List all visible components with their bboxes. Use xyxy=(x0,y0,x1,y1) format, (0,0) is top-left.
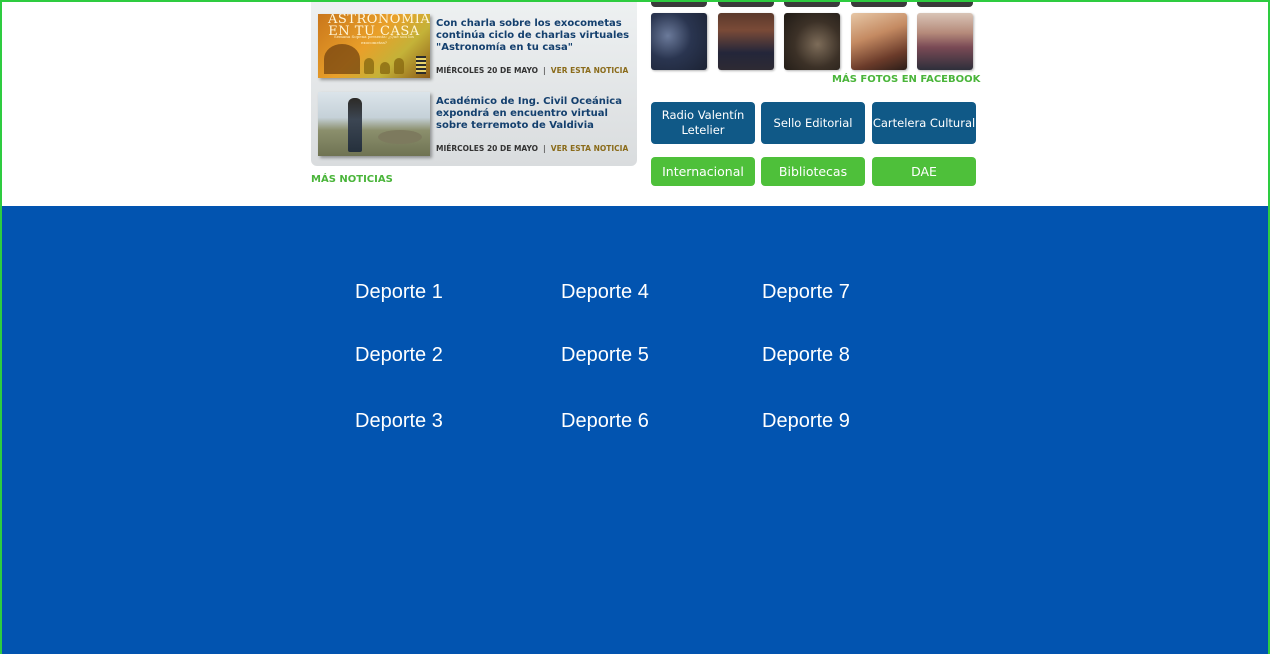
more-photos-facebook-link[interactable]: MÁS FOTOS EN FACEBOOK xyxy=(832,74,980,85)
photo-thumbnail[interactable] xyxy=(851,13,907,70)
news-meta: MIÉRCOLES 20 DE MAYO | VER ESTA NOTICIA xyxy=(436,66,628,75)
sello-editorial-button[interactable]: Sello Editorial xyxy=(761,102,865,144)
news-title[interactable]: Académico de Ing. Civil Oceánica expondr… xyxy=(436,96,632,132)
silhouette-shape xyxy=(364,58,374,74)
news-meta: MIÉRCOLES 20 DE MAYO | VER ESTA NOTICIA xyxy=(436,144,628,153)
thumbnail-caption: Semana Sopena presenta: ¿Qué son los exo… xyxy=(334,34,414,45)
meta-separator: | xyxy=(543,66,546,75)
sport-link-2[interactable]: Deporte 2 xyxy=(355,344,443,367)
photo-thumbnail[interactable] xyxy=(917,0,973,7)
qr-code-icon xyxy=(416,56,426,74)
person-photo-shape xyxy=(348,98,362,152)
view-news-link[interactable]: VER ESTA NOTICIA xyxy=(551,66,628,75)
news-item[interactable]: Académico de Ing. Civil Oceánica expondr… xyxy=(318,92,632,158)
telescope-dome-shape xyxy=(324,44,360,74)
sport-link-8[interactable]: Deporte 8 xyxy=(762,344,850,367)
photo-thumbnail[interactable] xyxy=(784,13,840,70)
sport-link-5[interactable]: Deporte 5 xyxy=(561,344,649,367)
news-thumbnail[interactable]: ASTRONOMÍA EN TU CASA Semana Sopena pres… xyxy=(318,14,430,78)
news-item[interactable]: ASTRONOMÍA EN TU CASA Semana Sopena pres… xyxy=(318,14,632,80)
photo-thumbnail[interactable] xyxy=(651,0,707,7)
sport-link-3[interactable]: Deporte 3 xyxy=(355,410,443,433)
photo-thumbnail[interactable] xyxy=(718,0,774,7)
photo-thumbnail[interactable] xyxy=(851,0,907,7)
photo-thumbnail[interactable] xyxy=(917,13,973,70)
meta-separator: | xyxy=(543,144,546,153)
photo-thumbnail[interactable] xyxy=(651,13,707,70)
sport-link-7[interactable]: Deporte 7 xyxy=(762,281,850,304)
view-news-link[interactable]: VER ESTA NOTICIA xyxy=(551,144,628,153)
news-date: MIÉRCOLES 20 DE MAYO xyxy=(436,144,539,153)
bibliotecas-button[interactable]: Bibliotecas xyxy=(761,157,865,186)
cartelera-cultural-button[interactable]: Cartelera Cultural xyxy=(872,102,976,144)
silhouette-shape xyxy=(380,62,390,74)
sport-link-1[interactable]: Deporte 1 xyxy=(355,281,443,304)
sport-link-9[interactable]: Deporte 9 xyxy=(762,410,850,433)
radio-valentin-letelier-button[interactable]: Radio Valentín Letelier xyxy=(651,102,755,144)
dae-button[interactable]: DAE xyxy=(872,157,976,186)
rock-shape xyxy=(378,130,422,144)
more-news-link[interactable]: MÁS NOTICIAS xyxy=(311,174,393,185)
sports-section: Deporte 1 Deporte 2 Deporte 3 Deporte 4 … xyxy=(0,206,1270,654)
silhouette-shape xyxy=(394,58,404,74)
internacional-button[interactable]: Internacional xyxy=(651,157,755,186)
sport-link-6[interactable]: Deporte 6 xyxy=(561,410,649,433)
news-panel: ASTRONOMÍA EN TU CASA Semana Sopena pres… xyxy=(311,0,637,166)
news-date: MIÉRCOLES 20 DE MAYO xyxy=(436,66,539,75)
photo-thumbnail[interactable] xyxy=(784,0,840,7)
content-section: ASTRONOMÍA EN TU CASA Semana Sopena pres… xyxy=(0,0,1270,206)
photo-thumbnail[interactable] xyxy=(718,13,774,70)
news-thumbnail[interactable] xyxy=(318,92,430,156)
news-title[interactable]: Con charla sobre los exocometas continúa… xyxy=(436,18,632,54)
sport-link-4[interactable]: Deporte 4 xyxy=(561,281,649,304)
